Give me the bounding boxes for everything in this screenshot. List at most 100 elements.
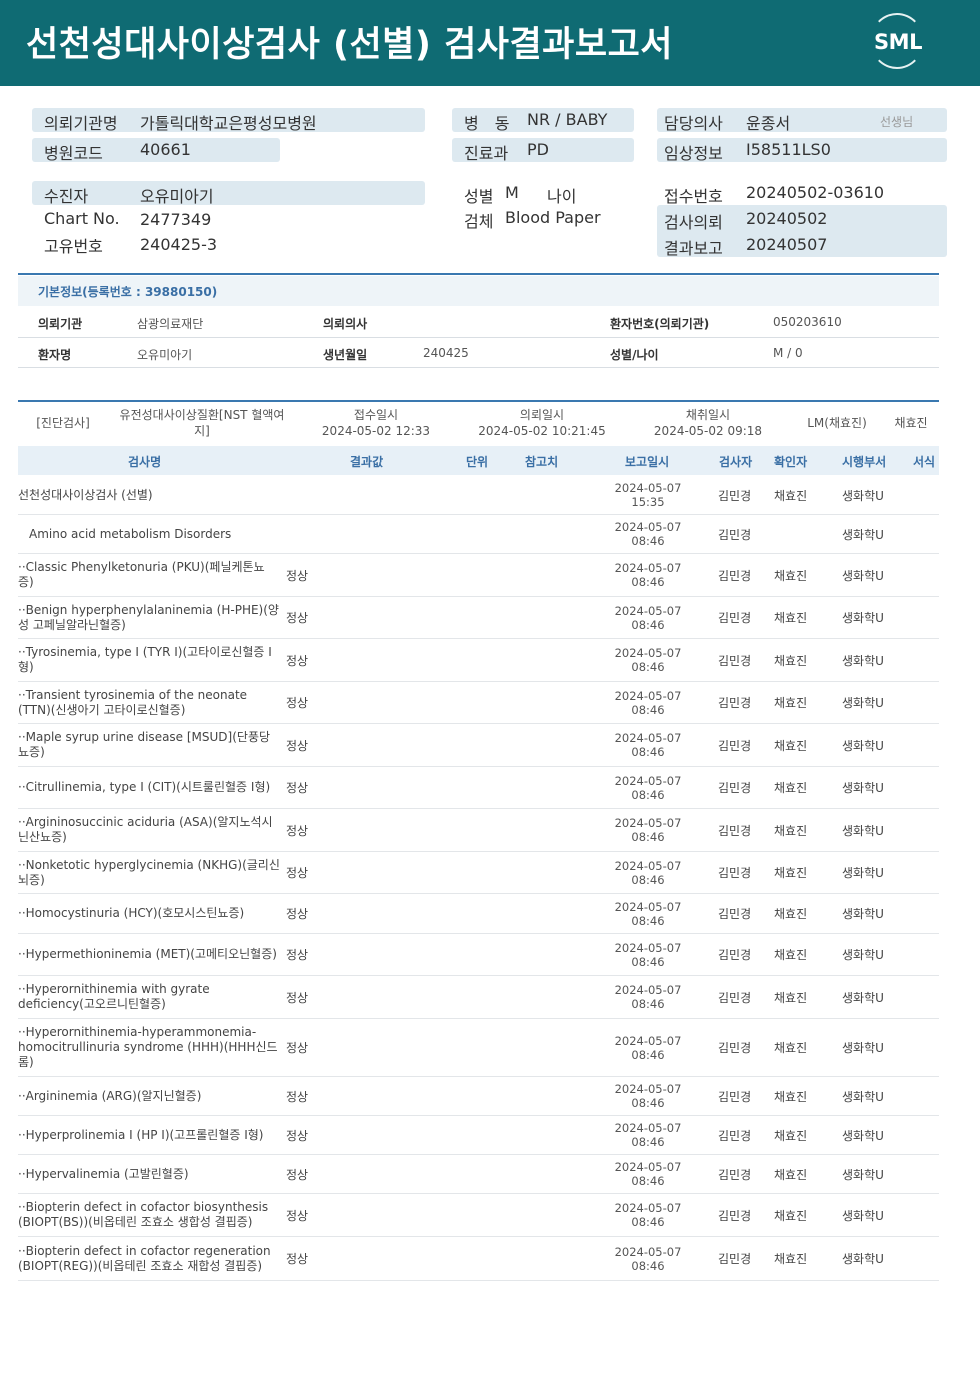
row-dept: 생화학U <box>842 739 884 753</box>
table-row: ··Argininemia (ARG)(알지닌혈증) 정상 김민경 채효진 생화학U 20… <box>18 1077 939 1116</box>
row-result: 정상 <box>286 1041 309 1055</box>
row-dept: 생화학U <box>842 948 884 962</box>
row-report-time: 08:46 <box>631 873 665 887</box>
row-test-name: ··Hyperornithinemia-hyperammonemia-homoc… <box>18 1025 278 1069</box>
row-confirmer: 채효진 <box>774 696 808 710</box>
row-report-time: 08:46 <box>631 955 665 969</box>
row-confirmer: 채효진 <box>774 1168 808 1182</box>
table-row: ··Citrullinemia, type I (CIT)(시트룰린혈증 I형)… <box>18 767 939 809</box>
report-header-bar: 선천성대사이상검사 (선별) 검사결과보고서 SML <box>0 0 980 86</box>
institution-label: 의뢰기관명 <box>44 114 118 133</box>
row-report-datetime: 2024-05-07 08:46 <box>610 604 686 632</box>
row-report-date: 2024-05-07 <box>614 1245 682 1259</box>
col-form: 서식 <box>913 455 936 469</box>
row-report-time: 08:46 <box>631 618 665 632</box>
row-report-date: 2024-05-07 <box>614 900 682 914</box>
institution-value: 가톨릭대학교은평성모병원 <box>140 114 317 133</box>
row-result: 정상 <box>286 696 309 710</box>
row-confirmer: 채효진 <box>774 1090 808 1104</box>
basic-patno-label: 환자번호(의뢰기관) <box>610 317 710 331</box>
row-tester: 김민경 <box>718 696 752 710</box>
row-report-datetime: 2024-05-07 15:35 <box>610 481 686 509</box>
hospital-code-value: 40661 <box>140 140 191 159</box>
doctor-value: 윤종서 <box>746 114 791 133</box>
row-dept: 생화학U <box>842 528 884 542</box>
row-tester: 김민경 <box>718 654 752 668</box>
test-section-top-line <box>18 400 939 402</box>
patient-label: 수진자 <box>44 187 89 206</box>
row-confirmer: 채효진 <box>774 824 808 838</box>
row-report-date: 2024-05-07 <box>614 731 682 745</box>
sex-label: 성별 <box>464 187 494 206</box>
row-report-date: 2024-05-07 <box>614 1160 682 1174</box>
row-result: 정상 <box>286 824 309 838</box>
row-dept: 생화학U <box>842 611 884 625</box>
row-test-name: ··Nonketotic hyperglycinemia (NKHG)(글리신뇌… <box>18 858 280 887</box>
row-confirmer: 채효진 <box>774 654 808 668</box>
col-unit: 단위 <box>466 455 489 469</box>
basic-patno-value: 050203610 <box>773 315 842 329</box>
row-result: 정상 <box>286 1252 309 1266</box>
row-report-datetime: 2024-05-07 08:46 <box>610 1121 686 1149</box>
department-label: 진료과 <box>464 144 509 163</box>
row-report-date: 2024-05-07 <box>614 1082 682 1096</box>
col-report-date: 보고일시 <box>625 455 670 469</box>
row-dept: 생화학U <box>842 1129 884 1143</box>
row-report-datetime: 2024-05-07 08:46 <box>610 900 686 928</box>
row-tester: 김민경 <box>718 1041 752 1055</box>
row-confirmer: 채효진 <box>774 948 808 962</box>
row-report-time: 08:46 <box>631 997 665 1011</box>
row-result: 정상 <box>286 654 309 668</box>
patient-pill <box>32 181 425 205</box>
row-test-name: ··Hyperornithinemia with gyrate deficien… <box>18 982 210 1011</box>
row-report-time: 08:46 <box>631 534 665 548</box>
specimen-value: Blood Paper <box>505 208 601 227</box>
basic-name-label: 환자명 <box>38 348 72 362</box>
basic-org-value: 삼광의료재단 <box>137 317 204 331</box>
table-row: ··Transient tyrosinemia of the neonate (… <box>18 682 939 724</box>
row-test-name: ··Biopterin defect in cofactor biosynthe… <box>18 1200 269 1229</box>
col-confirmer: 확인자 <box>774 455 808 469</box>
row-report-date: 2024-05-07 <box>614 520 682 534</box>
chart-value: 2477349 <box>140 210 212 229</box>
row-report-time: 08:46 <box>631 830 665 844</box>
row-report-date: 2024-05-07 <box>614 941 682 955</box>
row-report-date: 2024-05-07 <box>614 774 682 788</box>
row-report-date: 2024-05-07 <box>614 561 682 575</box>
row-result: 정상 <box>286 569 309 583</box>
row-test-name: Amino acid metabolism Disorders <box>29 527 232 541</box>
row-confirmer: 채효진 <box>774 781 808 795</box>
row-tester: 김민경 <box>718 611 752 625</box>
row-result: 정상 <box>286 611 309 625</box>
report-value: 20240507 <box>746 235 828 254</box>
table-row: ··Biopterin defect in cofactor regenerat… <box>18 1237 939 1281</box>
row-test-name: ··Benign hyperphenylalaninemia (H-PHE)(양… <box>18 603 279 632</box>
row-confirmer: 채효진 <box>774 569 808 583</box>
specimen-label: 검체 <box>464 212 494 231</box>
row-dept: 생화학U <box>842 907 884 921</box>
row-report-time: 08:46 <box>631 660 665 674</box>
basic-dob-label: 생년월일 <box>323 348 368 362</box>
row-dept: 생화학U <box>842 991 884 1005</box>
row-dept: 생화학U <box>842 824 884 838</box>
row-tester: 김민경 <box>718 489 752 503</box>
row-confirmer: 채효진 <box>774 611 808 625</box>
basic-req-doctor-label: 의뢰의사 <box>323 317 368 331</box>
row-tester: 김민경 <box>718 907 752 921</box>
basic-info-divider <box>18 337 939 338</box>
row-test-name: ··Hypervalinemia (고발린혈증) <box>18 1167 189 1181</box>
row-test-name: 선천성대사이상검사 (선별) <box>18 488 153 502</box>
row-tester: 김민경 <box>718 824 752 838</box>
meta-collector: LM(채효진) <box>807 416 867 430</box>
sml-logo-icon: SML <box>866 13 930 71</box>
row-test-name: ··Citrullinemia, type I (CIT)(시트룰린혈증 I형) <box>18 780 271 794</box>
row-report-time: 08:46 <box>631 703 665 717</box>
row-test-name: ··Argininemia (ARG)(알지닌혈증) <box>18 1089 202 1103</box>
row-report-time: 08:46 <box>631 914 665 928</box>
clinical-value: I58511LS0 <box>746 140 831 159</box>
row-report-time: 08:46 <box>631 745 665 759</box>
row-confirmer: 채효진 <box>774 739 808 753</box>
row-test-name: ··Argininosuccinic aciduria (ASA)(알지노석시닌… <box>18 815 273 844</box>
row-tester: 김민경 <box>718 1209 752 1223</box>
row-result: 정상 <box>286 739 309 753</box>
